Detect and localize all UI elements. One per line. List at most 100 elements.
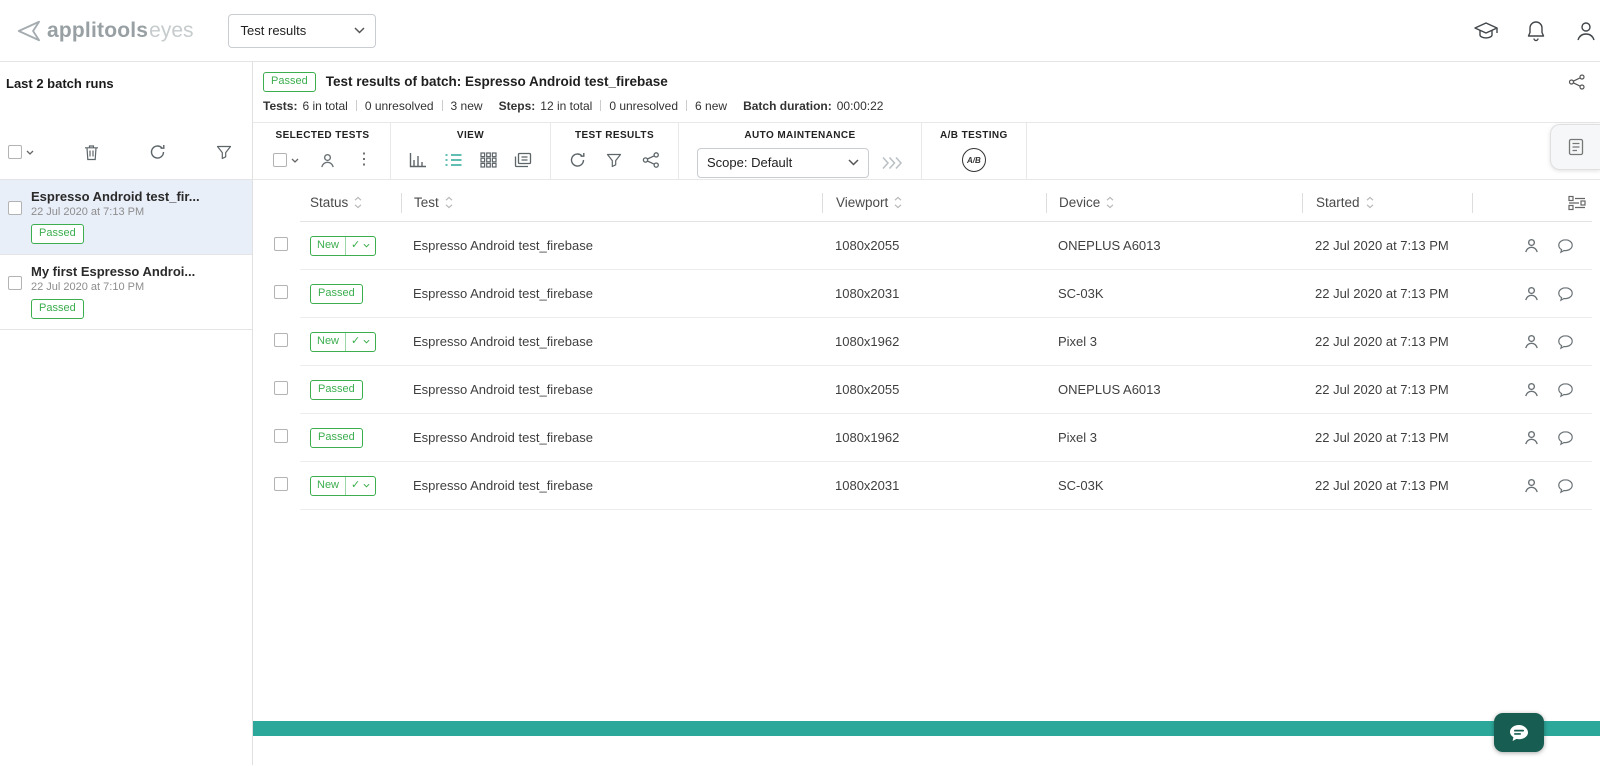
comment-bubble-icon[interactable] — [1557, 478, 1574, 494]
view-select-value: Test results — [241, 23, 307, 38]
ab-testing-icon[interactable]: A/B — [962, 148, 986, 172]
column-header-viewport[interactable]: Viewport — [822, 193, 1046, 213]
chevron-down-icon — [363, 339, 370, 344]
column-header-started[interactable]: Started — [1302, 193, 1472, 213]
batch-checkbox[interactable] — [8, 276, 22, 290]
steps-new: 6 new — [695, 99, 727, 113]
row-checkbox[interactable] — [274, 237, 288, 251]
filter-batches-icon[interactable] — [216, 145, 232, 160]
batch-status-badge: Passed — [31, 224, 84, 244]
tests-unresolved: 0 unresolved — [365, 99, 434, 113]
chevron-down-icon — [354, 27, 365, 34]
row-checkbox[interactable] — [274, 477, 288, 491]
status-badge-new[interactable]: New ✓ — [310, 476, 376, 496]
table-row[interactable]: Passed Espresso Android test_firebase 10… — [253, 270, 1600, 318]
assignee-person-icon[interactable] — [1523, 285, 1540, 302]
summary-view-icon[interactable] — [409, 152, 427, 168]
batch-flow-icon[interactable] — [1568, 74, 1586, 90]
test-name: Espresso Android test_firebase — [401, 478, 822, 493]
column-header-test[interactable]: Test — [401, 193, 822, 213]
comment-bubble-icon[interactable] — [1557, 382, 1574, 398]
grid-view-icon[interactable] — [480, 152, 497, 168]
table-header: Status Test Viewport Device Started — [253, 184, 1600, 222]
view-select[interactable]: Test results — [228, 14, 376, 48]
assignee-person-icon[interactable] — [1523, 333, 1540, 350]
comment-bubble-icon[interactable] — [1557, 238, 1574, 254]
batch-stats: Tests: 6 in total 0 unresolved 3 new Ste… — [253, 92, 1600, 122]
assignee-person-icon[interactable] — [1523, 429, 1540, 446]
batch-title: Test results of batch: Espresso Android … — [326, 74, 668, 89]
chevron-down-icon — [363, 483, 370, 488]
delete-batch-icon[interactable] — [84, 144, 99, 161]
table-row[interactable]: New ✓ Espresso Android test_firebase 108… — [253, 462, 1600, 510]
row-checkbox[interactable] — [274, 429, 288, 443]
view-label: VIEW — [457, 130, 484, 141]
results-table-body: New ✓ Espresso Android test_firebase 108… — [253, 222, 1600, 510]
select-all-tests-checkbox[interactable] — [273, 153, 299, 167]
assignee-person-icon[interactable] — [1523, 237, 1540, 254]
view-group: VIEW — [391, 123, 551, 179]
batch-list-item[interactable]: Espresso Android test_fir... 22 Jul 2020… — [0, 180, 252, 255]
refresh-results-icon[interactable] — [569, 152, 586, 168]
column-header-status[interactable]: Status — [301, 195, 401, 210]
viewport-value: 1080x1962 — [822, 334, 1046, 349]
side-panel-tab[interactable] — [1550, 124, 1600, 170]
test-name: Espresso Android test_firebase — [401, 286, 822, 301]
test-name: Espresso Android test_firebase — [401, 334, 822, 349]
status-badge-new[interactable]: New ✓ — [310, 236, 376, 256]
list-view-icon[interactable] — [444, 152, 463, 168]
learn-icon[interactable] — [1472, 17, 1500, 45]
account-person-icon[interactable] — [1572, 17, 1600, 45]
column-header-device[interactable]: Device — [1046, 193, 1302, 213]
checkmark-icon: ✓ — [351, 239, 360, 253]
test-name: Espresso Android test_firebase — [401, 382, 822, 397]
device-value: SC-03K — [1046, 286, 1302, 301]
status-badge-passed: Passed — [310, 284, 363, 304]
status-badge-new[interactable]: New ✓ — [310, 332, 376, 352]
ab-testing-label: A/B TESTING — [940, 130, 1008, 141]
comment-bubble-icon[interactable] — [1557, 430, 1574, 446]
steps-total: 12 in total — [540, 99, 592, 113]
assign-person-icon[interactable] — [319, 152, 336, 169]
select-all-batches-checkbox[interactable] — [8, 145, 34, 159]
manage-columns-icon[interactable] — [1568, 195, 1586, 211]
scope-select[interactable]: Scope: Default — [697, 148, 869, 178]
assignee-person-icon[interactable] — [1523, 477, 1540, 494]
batch-list-item[interactable]: My first Espresso Androi... 22 Jul 2020 … — [0, 255, 252, 330]
batch-duration-label: Batch duration: — [743, 99, 832, 113]
checkbox[interactable] — [273, 153, 287, 167]
table-row[interactable]: New ✓ Espresso Android test_firebase 108… — [253, 318, 1600, 366]
assignee-person-icon[interactable] — [1523, 381, 1540, 398]
row-checkbox[interactable] — [274, 333, 288, 347]
top-right-icons — [1472, 17, 1600, 45]
comment-bubble-icon[interactable] — [1557, 334, 1574, 350]
device-value: Pixel 3 — [1046, 334, 1302, 349]
viewport-value: 1080x2031 — [822, 478, 1046, 493]
checkmark-icon: ✓ — [351, 335, 360, 349]
viewport-value: 1080x2055 — [822, 238, 1046, 253]
row-checkbox[interactable] — [274, 381, 288, 395]
row-checkbox[interactable] — [274, 285, 288, 299]
device-value: ONEPLUS A6013 — [1046, 238, 1302, 253]
sort-icon — [445, 196, 453, 209]
batch-list: Espresso Android test_fir... 22 Jul 2020… — [0, 179, 252, 330]
filter-results-icon[interactable] — [606, 153, 622, 168]
apply-maintenance-chevrons-icon[interactable] — [881, 156, 903, 170]
notifications-bell-icon[interactable] — [1522, 17, 1550, 45]
started-value: 22 Jul 2020 at 7:13 PM — [1302, 238, 1472, 253]
test-results-label: TEST RESULTS — [575, 130, 654, 141]
report-icon — [1567, 138, 1585, 156]
table-row[interactable]: Passed Espresso Android test_firebase 10… — [253, 366, 1600, 414]
checkbox[interactable] — [8, 145, 22, 159]
more-actions-kebab-icon[interactable]: ⋮ — [356, 152, 372, 168]
batch-header: Passed Test results of batch: Espresso A… — [253, 62, 1600, 92]
table-row[interactable]: Passed Espresso Android test_firebase 10… — [253, 414, 1600, 462]
refresh-batches-icon[interactable] — [149, 144, 166, 160]
table-row[interactable]: New ✓ Espresso Android test_firebase 108… — [253, 222, 1600, 270]
sort-icon — [354, 196, 362, 209]
group-results-icon[interactable] — [642, 152, 660, 168]
batch-checkbox[interactable] — [8, 201, 22, 215]
chat-widget-button[interactable] — [1494, 713, 1544, 752]
comment-bubble-icon[interactable] — [1557, 286, 1574, 302]
duplicates-view-icon[interactable] — [514, 152, 532, 168]
